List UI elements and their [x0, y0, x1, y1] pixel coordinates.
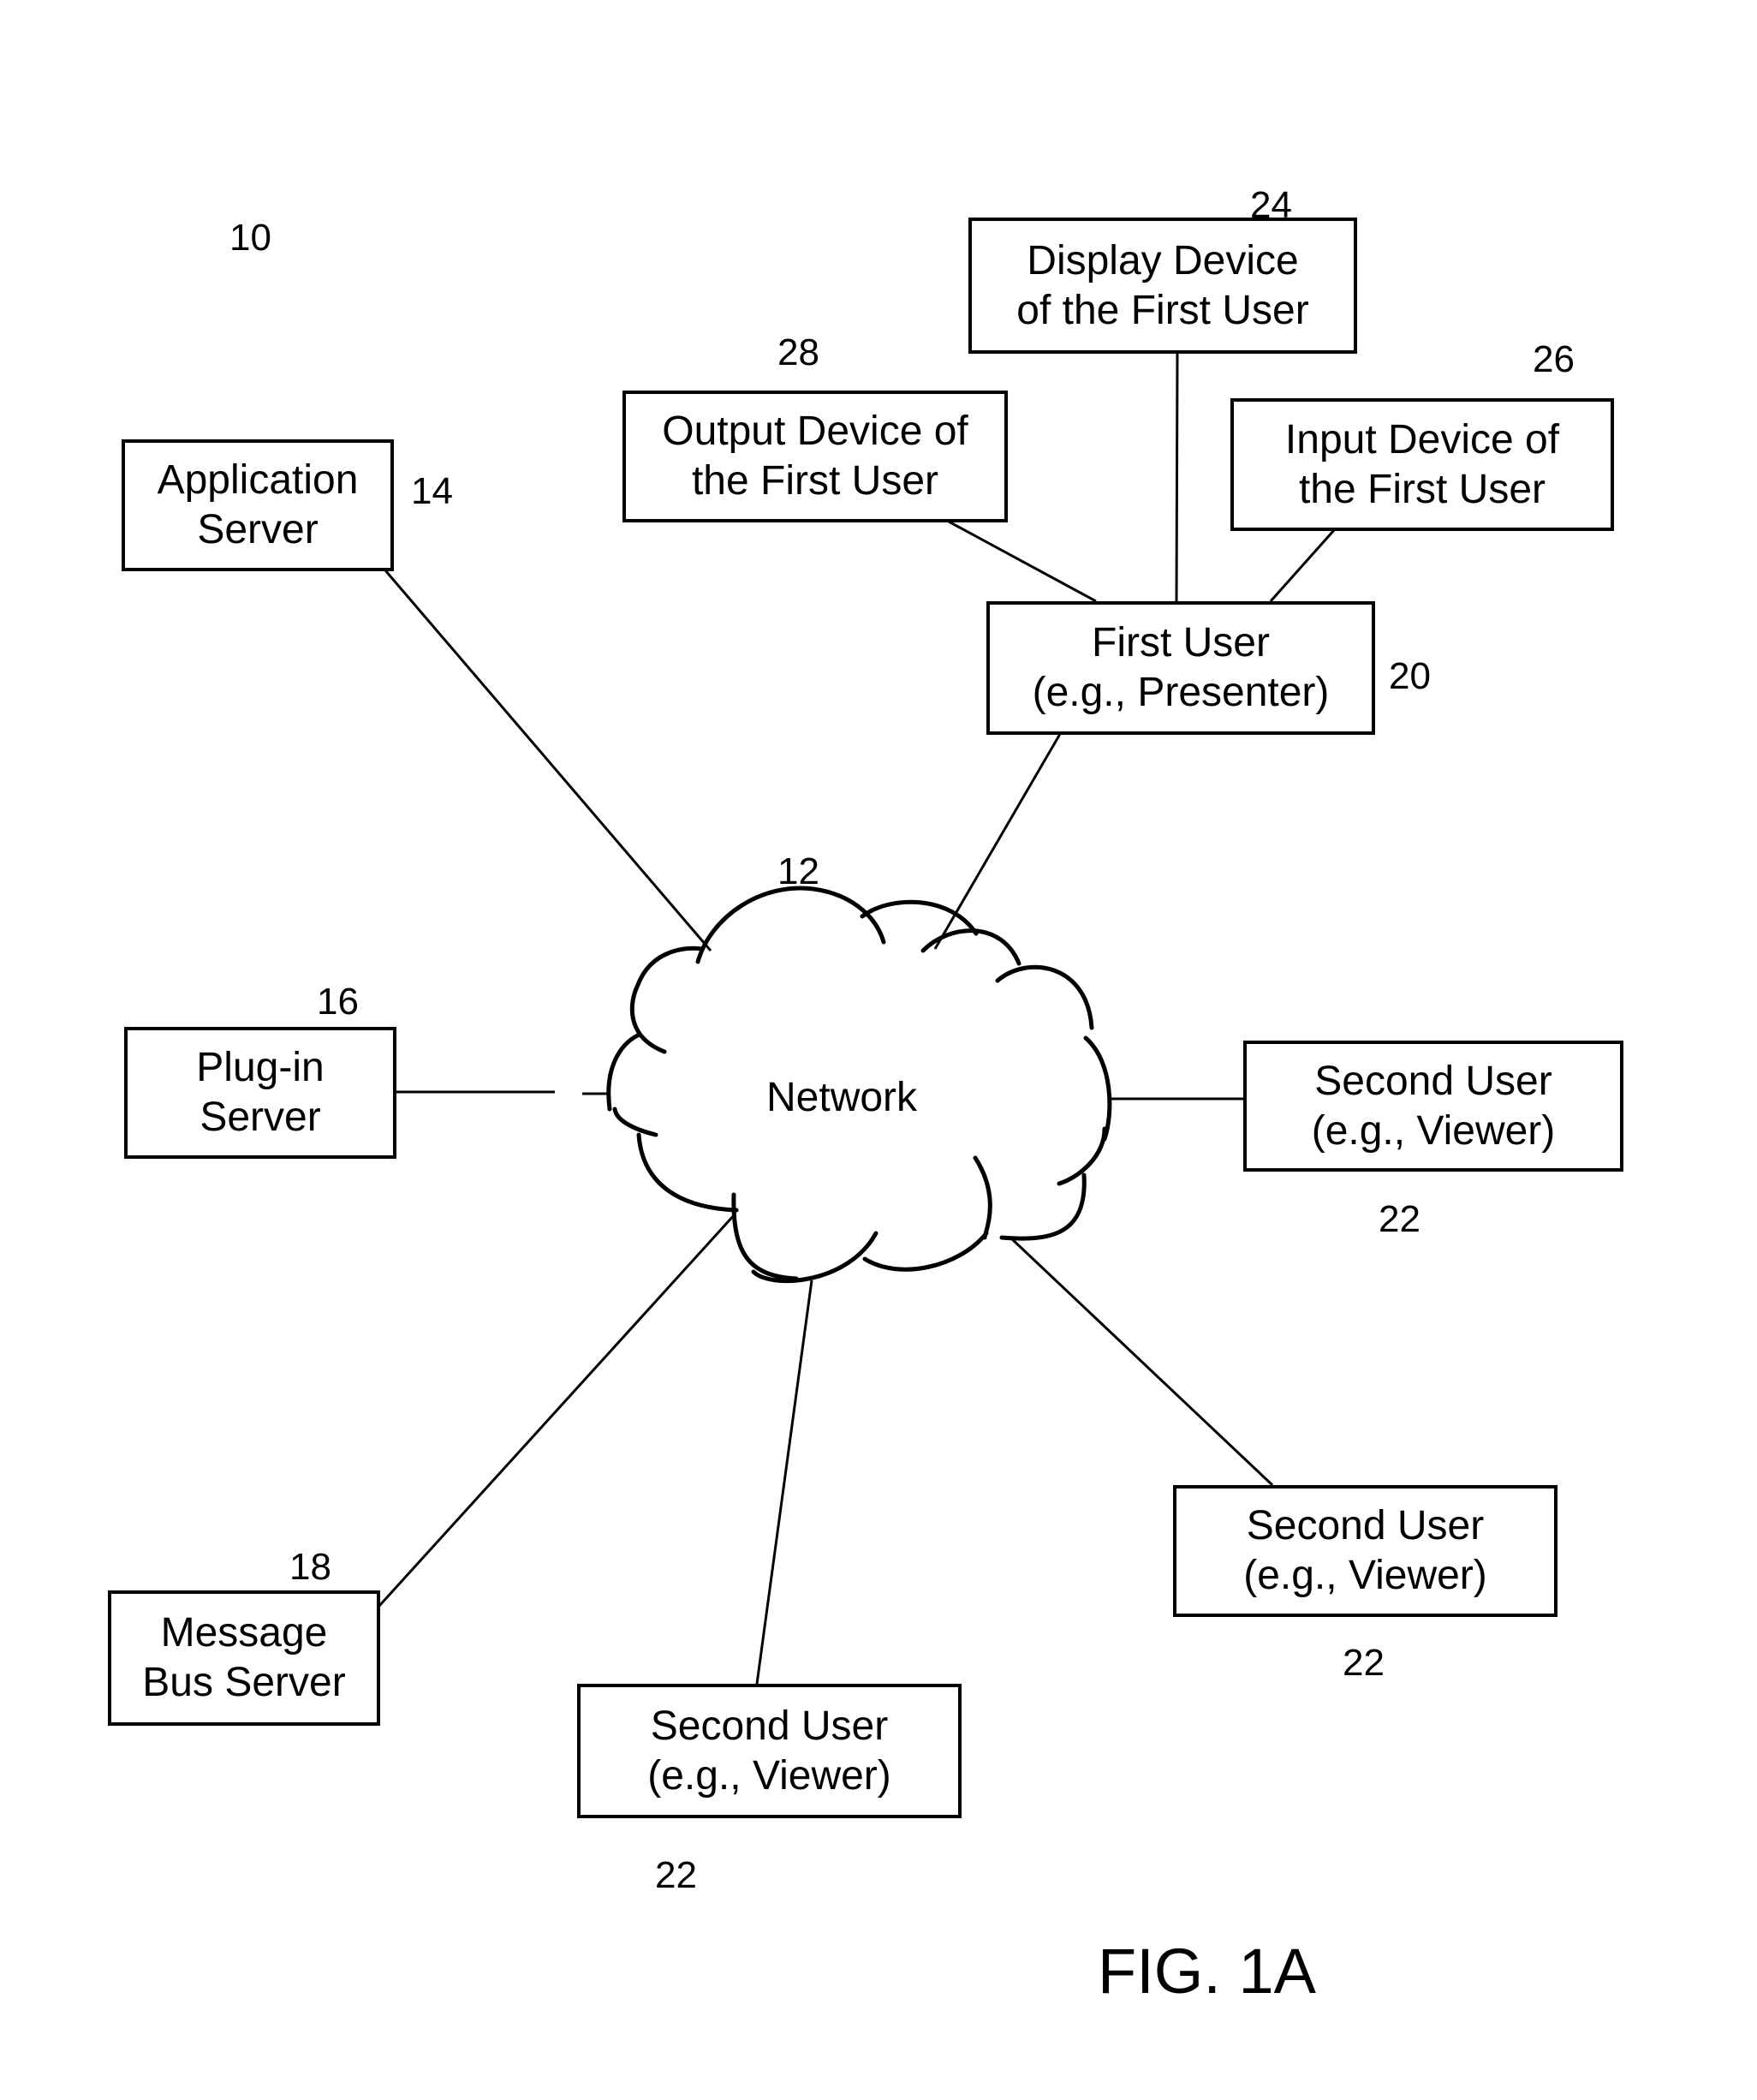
message-bus-server-ref: 18 — [289, 1546, 331, 1588]
plugin-server-label-line-1: Plug-in — [196, 1045, 325, 1090]
message-bus-server-label-line-1: Message — [160, 1610, 328, 1656]
application-server-node: Application Server — [122, 439, 394, 571]
second-user-bottom-label-line-2: (e.g., Viewer) — [647, 1752, 891, 1799]
output-device-label-line-2: the First User — [691, 458, 939, 504]
second-user-lower-right-node: Second User (e.g., Viewer) — [1173, 1485, 1557, 1617]
input-device-node: Input Device of the First User — [1230, 398, 1614, 531]
application-server-label-line-2: Server — [197, 507, 319, 552]
output-device-ref: 28 — [777, 331, 819, 373]
display-device-label-line-2: of the First User — [1016, 287, 1309, 333]
input-device-label-line-2: the First User — [1298, 466, 1546, 512]
network-label: Network — [766, 1075, 918, 1120]
output-device-node: Output Device of the First User — [622, 391, 1008, 522]
second-user-lower-right-label-line-2: (e.g., Viewer) — [1243, 1553, 1487, 1598]
network-ref: 12 — [777, 850, 819, 892]
first-user-label-line-1: First User — [1092, 620, 1270, 665]
display-device-node: Display Device of the First User — [968, 218, 1357, 354]
link-output-device-first-user — [948, 520, 1097, 603]
link-application-server-network — [384, 570, 712, 952]
message-bus-server-label-line-2: Bus Server — [142, 1660, 346, 1705]
application-server-label-line-1: Application — [157, 457, 359, 503]
output-device-label-line-1: Output Device of — [662, 409, 968, 454]
second-user-right-node: Second User (e.g., Viewer) — [1243, 1041, 1623, 1172]
plugin-server-label-line-2: Server — [200, 1095, 321, 1140]
first-user-node: First User (e.g., Presenter) — [986, 601, 1375, 735]
plugin-server-node: Plug-in Server — [124, 1027, 396, 1159]
second-user-lower-right-label-line-1: Second User — [1246, 1503, 1485, 1548]
plugin-server-ref: 16 — [317, 981, 359, 1023]
second-user-bottom-ref: 22 — [655, 1854, 697, 1896]
link-first-user-network — [933, 733, 1062, 950]
second-user-right-label-line-1: Second User — [1314, 1058, 1552, 1104]
figure-label: FIG. 1A — [1098, 1936, 1316, 2007]
second-user-right-ref: 22 — [1379, 1198, 1420, 1240]
link-input-device-first-user — [1269, 529, 1336, 602]
link-display-device-first-user — [1175, 352, 1179, 602]
link-second-user-bottom-network — [755, 1280, 813, 1685]
link-second-user-lower-right-network — [1009, 1236, 1274, 1487]
input-device-label-line-1: Input Device of — [1284, 416, 1560, 462]
system-ref-number: 10 — [229, 217, 271, 259]
application-server-ref: 14 — [411, 470, 453, 512]
second-user-lower-right-ref: 22 — [1343, 1642, 1385, 1684]
input-device-ref: 26 — [1533, 338, 1575, 380]
second-user-right-label-line-2: (e.g., Viewer) — [1311, 1107, 1556, 1154]
message-bus-server-node: Message Bus Server — [108, 1590, 380, 1726]
second-user-bottom-label-line-1: Second User — [650, 1703, 889, 1749]
first-user-ref: 20 — [1389, 655, 1431, 697]
link-message-bus-server-network — [378, 1213, 736, 1608]
second-user-bottom-node: Second User (e.g., Viewer) — [577, 1684, 962, 1818]
display-device-label-line-1: Display Device — [1027, 237, 1299, 283]
first-user-label-line-2: (e.g., Presenter) — [1032, 670, 1330, 715]
